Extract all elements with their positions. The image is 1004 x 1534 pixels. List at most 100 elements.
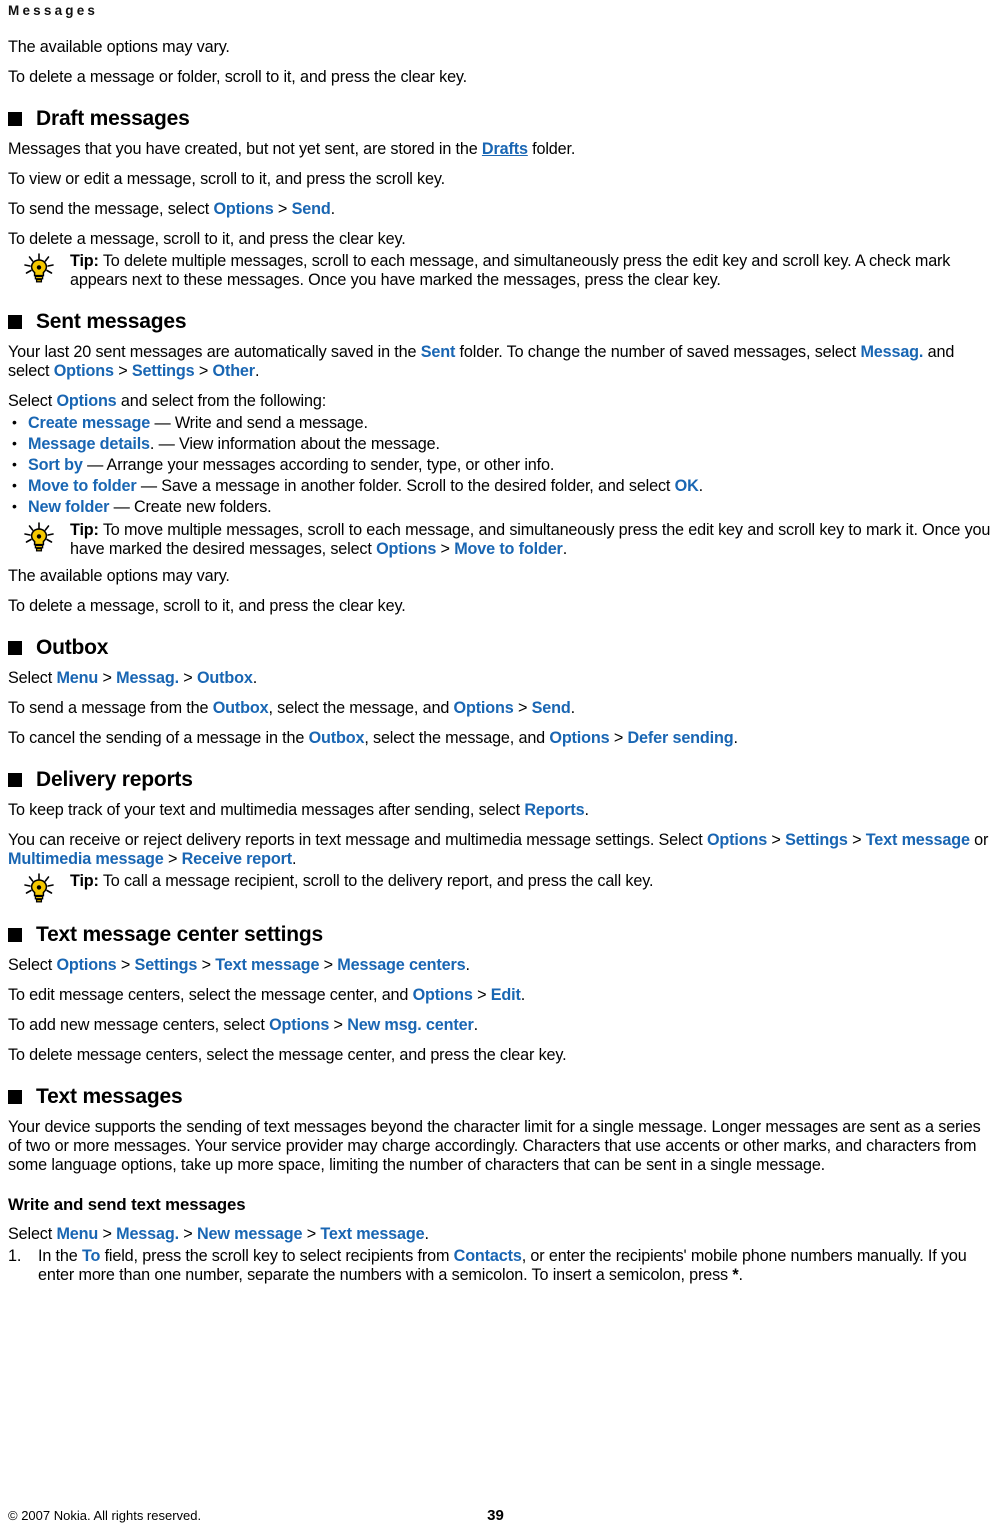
link-options[interactable]: Options — [269, 1016, 329, 1034]
separator: > — [472, 986, 491, 1004]
text-run: You can receive or reject delivery repor… — [8, 831, 707, 849]
link-ok[interactable]: OK — [675, 477, 699, 495]
text-messages-paragraph-1: Your device supports the sending of text… — [8, 1118, 981, 1174]
link-message-details[interactable]: Message details — [28, 435, 150, 453]
link-send[interactable]: Send — [532, 699, 571, 717]
sent-messages-paragraph-2: Select Options and select from the follo… — [8, 392, 996, 411]
section-heading-label: Text message center settings — [36, 923, 323, 946]
separator: > — [329, 1016, 348, 1034]
copyright-notice: © 2007 Nokia. All rights reserved. — [8, 1508, 202, 1523]
link-multimedia-message[interactable]: Multimedia message — [8, 850, 164, 868]
link-messag[interactable]: Messag. — [116, 669, 179, 687]
tmcs-paragraph-3: To add new message centers, select Optio… — [8, 1016, 996, 1035]
link-create-message[interactable]: Create message — [28, 414, 150, 432]
link-options[interactable]: Options — [454, 699, 514, 717]
link-messag[interactable]: Messag. — [116, 1225, 179, 1243]
black-square-marker-icon — [8, 928, 22, 942]
sub-heading-write-and-send-text-messages: Write and send text messages — [8, 1195, 246, 1214]
list-item: In the To field, press the scroll key to… — [8, 1247, 996, 1285]
text-run: folder. — [527, 140, 576, 158]
link-sent[interactable]: Sent — [421, 343, 456, 361]
lightbulb-icon — [8, 252, 70, 283]
draft-messages-paragraph-3: To send the message, select Options > Se… — [8, 200, 996, 219]
text-run: folder. To change the number of saved me… — [455, 343, 861, 361]
separator: > — [197, 956, 216, 974]
link-settings[interactable]: Settings — [132, 362, 195, 380]
text-run: . — [570, 699, 576, 717]
section-heading-delivery-reports: Delivery reports — [8, 769, 996, 791]
link-text-message[interactable]: Text message — [215, 956, 319, 974]
link-options[interactable]: Options — [56, 392, 116, 410]
link-contacts[interactable]: Contacts — [454, 1247, 522, 1265]
link-options[interactable]: Options — [54, 362, 114, 380]
text-run: . — [292, 850, 297, 868]
link-new-folder[interactable]: New folder — [28, 498, 109, 516]
separator: > — [98, 669, 117, 687]
link-options[interactable]: Options — [707, 831, 767, 849]
list-item: Sort by — Arrange your messages accordin… — [8, 455, 996, 475]
link-options[interactable]: Options — [56, 956, 116, 974]
text-run: To keep track of your text and multimedi… — [8, 801, 525, 819]
link-defer-sending[interactable]: Defer sending — [627, 729, 733, 747]
link-outbox[interactable]: Outbox — [213, 699, 269, 717]
link-settings[interactable]: Settings — [135, 956, 198, 974]
black-square-marker-icon — [8, 1090, 22, 1104]
tip-block-delivery-reports: Tip: To call a message recipient, scroll… — [8, 872, 996, 903]
link-new-message[interactable]: New message — [197, 1225, 303, 1243]
link-new-msg-center[interactable]: New msg. center — [347, 1016, 474, 1034]
link-outbox[interactable]: Outbox — [197, 669, 253, 687]
link-text-message[interactable]: Text message — [866, 831, 970, 849]
link-messag[interactable]: Messag. — [860, 343, 923, 361]
text-run: To send a message from the — [8, 699, 213, 717]
link-edit[interactable]: Edit — [491, 986, 521, 1004]
section-heading-label: Text messages — [36, 1085, 183, 1108]
text-run: . — [738, 1266, 743, 1284]
separator: > — [847, 831, 866, 849]
separator: > — [319, 956, 338, 974]
text-run: To add new message centers, select — [8, 1016, 270, 1034]
outbox-paragraph-2: To send a message from the Outbox, selec… — [8, 699, 996, 718]
separator: > — [98, 1225, 117, 1243]
black-square-marker-icon — [8, 641, 22, 655]
link-options[interactable]: Options — [213, 200, 273, 218]
text-run: Select — [8, 392, 57, 410]
link-menu[interactable]: Menu — [56, 669, 98, 687]
sent-messages-options-list: Create message — Write and send a messag… — [8, 413, 996, 517]
list-item: Create message — Write and send a messag… — [8, 413, 996, 433]
link-drafts[interactable]: Drafts — [482, 140, 528, 158]
link-to[interactable]: To — [82, 1247, 100, 1265]
link-other[interactable]: Other — [213, 362, 256, 380]
tip-label: Tip: — [70, 872, 99, 890]
list-item: New folder — Create new folders. — [8, 497, 996, 517]
link-sort-by[interactable]: Sort by — [28, 456, 83, 474]
link-options[interactable]: Options — [413, 986, 473, 1004]
text-run: To delete multiple messages, scroll to e… — [70, 252, 951, 289]
link-options[interactable]: Options — [549, 729, 609, 747]
text-run: , select the message, and — [268, 699, 454, 717]
link-menu[interactable]: Menu — [56, 1225, 98, 1243]
tip-text: Tip: To call a message recipient, scroll… — [70, 872, 996, 891]
link-send[interactable]: Send — [292, 200, 331, 218]
link-outbox[interactable]: Outbox — [309, 729, 365, 747]
list-item: Message details. — View information abou… — [8, 434, 996, 454]
text-run: , select the message, and — [364, 729, 550, 747]
text-run: . — [254, 362, 260, 380]
text-run: Select — [8, 669, 57, 687]
link-reports[interactable]: Reports — [524, 801, 584, 819]
black-square-marker-icon — [8, 112, 22, 126]
link-message-centers[interactable]: Message centers — [337, 956, 465, 974]
link-options[interactable]: Options — [376, 540, 436, 558]
link-move-to-folder[interactable]: Move to folder — [28, 477, 137, 495]
section-heading-text-message-center-settings: Text message center settings — [8, 924, 996, 946]
separator: > — [178, 1225, 197, 1243]
sent-messages-paragraph-4: To delete a message, scroll to it, and p… — [8, 597, 406, 615]
link-move-to-folder[interactable]: Move to folder — [454, 540, 563, 558]
link-settings[interactable]: Settings — [785, 831, 848, 849]
black-square-marker-icon — [8, 773, 22, 787]
link-text-message[interactable]: Text message — [320, 1225, 424, 1243]
separator: > — [113, 362, 132, 380]
link-receive-report[interactable]: Receive report — [182, 850, 293, 868]
text-run: . — [473, 1016, 479, 1034]
text-run: . — [424, 1225, 429, 1243]
page-number: 39 — [487, 1507, 504, 1524]
